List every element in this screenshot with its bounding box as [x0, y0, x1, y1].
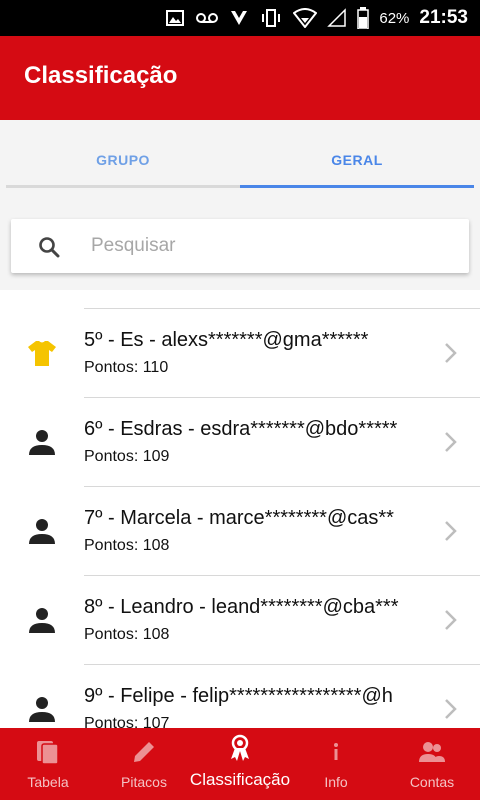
nav-tabela[interactable]: Tabela	[0, 728, 96, 800]
points-value: 107	[142, 715, 170, 728]
points-label: Pontos:	[84, 537, 139, 554]
chevron-right-icon	[445, 699, 457, 719]
bottom-navigation: Tabela Pitacos Classificação Info Contas	[0, 728, 480, 800]
accounts-icon	[419, 742, 445, 762]
chevron-right-icon	[445, 521, 457, 541]
ribbon-icon	[231, 734, 249, 761]
app-notification-icon	[231, 11, 248, 25]
list-item[interactable]: 5º - Es - alexs*******@gma****** Pontos:…	[0, 309, 480, 398]
chevron-right-icon	[445, 432, 457, 452]
nav-label: Contas	[409, 774, 455, 790]
ranking-title: 9º - Felipe - felip*****************@h	[84, 685, 393, 707]
ranking-points: Pontos: 108	[84, 537, 169, 555]
person-icon	[29, 608, 55, 633]
ranking-points: Pontos: 109	[84, 448, 169, 466]
status-icons: 62% 21:53	[165, 0, 468, 36]
tab-geral[interactable]: GERAL	[240, 120, 474, 200]
nav-label: Classificação	[189, 770, 291, 789]
list-item[interactable]: 8º - Leandro - leand********@cba*** Pont…	[0, 576, 480, 665]
search-icon	[39, 237, 60, 258]
tab-grupo[interactable]: GRUPO	[6, 120, 240, 200]
list-item[interactable]: 7º - Marcela - marce********@cas** Ponto…	[0, 487, 480, 576]
points-label: Pontos:	[84, 626, 139, 643]
nav-contas[interactable]: Contas	[384, 728, 480, 800]
gallery-icon	[166, 10, 185, 26]
nav-pitacos[interactable]: Pitacos	[96, 728, 192, 800]
points-label: Pontos:	[84, 448, 139, 465]
page-title: Classificação	[24, 62, 178, 89]
vibrate-icon	[262, 9, 281, 27]
ranking-title: 8º - Leandro - leand********@cba***	[84, 596, 399, 618]
voicemail-icon	[196, 13, 219, 23]
tab-indicator-track	[6, 185, 240, 188]
list-item[interactable]: 6º - Esdras - esdra*******@bdo***** Pont…	[0, 398, 480, 487]
points-value: 109	[142, 448, 170, 465]
person-icon	[29, 697, 55, 722]
ranking-points: Pontos: 110	[84, 359, 168, 377]
battery-percent: 62%	[379, 9, 410, 27]
tab-indicator-active	[240, 185, 474, 188]
points-value: 108	[142, 537, 170, 554]
pencil-icon	[134, 742, 154, 762]
nav-classificacao[interactable]: Classificação	[190, 728, 290, 800]
ranking-list: 5º - Es - alexs*******@gma****** Pontos:…	[0, 290, 480, 728]
tab-bar: GRUPO GERAL	[0, 120, 480, 200]
ranking-title: 7º - Marcela - marce********@cas**	[84, 507, 394, 529]
battery-icon	[357, 7, 370, 29]
points-label: Pontos:	[84, 359, 139, 376]
nav-label: Tabela	[27, 774, 69, 790]
nav-label: Pitacos	[121, 774, 167, 790]
points-value: 110	[142, 359, 169, 376]
ranking-title: 6º - Esdras - esdra*******@bdo*****	[84, 418, 398, 440]
search-input[interactable]	[91, 231, 451, 261]
list-item[interactable]: 9º - Felipe - felip*****************@h P…	[0, 665, 480, 728]
wifi-icon	[293, 8, 318, 28]
points-label: Pontos:	[84, 715, 139, 728]
ranking-points: Pontos: 108	[84, 626, 169, 644]
ranking-title: 5º - Es - alexs*******@gma******	[84, 329, 369, 351]
search-box[interactable]	[11, 219, 469, 273]
cards-icon	[37, 741, 59, 765]
info-icon	[334, 743, 338, 760]
person-icon	[29, 519, 55, 544]
nav-info[interactable]: Info	[288, 728, 384, 800]
status-bar: 62% 21:53	[0, 0, 480, 36]
nav-label: Info	[324, 774, 348, 790]
chevron-right-icon	[445, 610, 457, 630]
person-icon	[29, 430, 55, 455]
chevron-right-icon	[445, 343, 457, 363]
ranking-points: Pontos: 107	[84, 715, 169, 728]
app-bar: Classificação	[0, 36, 480, 120]
signal-icon	[327, 8, 347, 27]
clock: 21:53	[419, 7, 468, 28]
shirt-icon	[28, 341, 56, 366]
points-value: 108	[142, 626, 170, 643]
